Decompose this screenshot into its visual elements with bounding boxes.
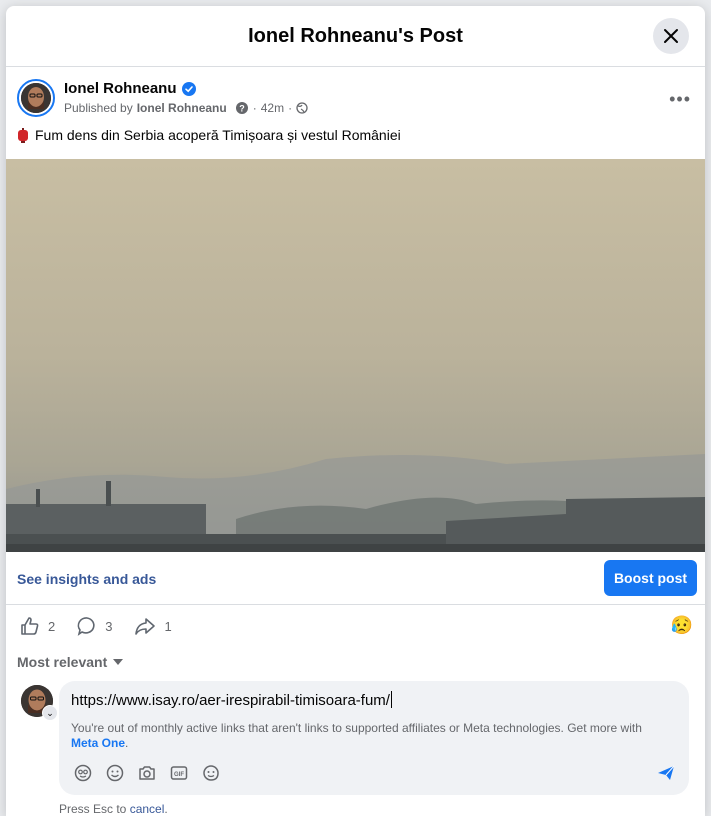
verified-badge-icon [181,81,196,96]
post-text: Fum dens din Serbia acoperă Timișoara și… [6,127,705,159]
published-by[interactable]: Ionel Rohneanu [137,101,227,115]
escape-hint: Press Esc to cancel. [59,802,168,816]
like-action[interactable]: 2 [20,616,55,636]
esc-prefix: Press Esc to [59,802,127,816]
post-photo[interactable] [6,159,705,552]
camera-icon [139,766,155,780]
reaction-stats-row: 2 3 1 😥 [6,605,705,647]
comment-input-box[interactable]: https://www.isay.ro/aer-irespirabil-timi… [59,681,689,795]
emoji-button[interactable] [105,763,125,783]
shares-count: 1 [164,618,172,634]
red-lantern-icon [18,128,28,143]
close-icon [664,29,678,43]
text-caret [390,691,392,708]
send-icon [658,765,675,780]
sad-reaction-icon[interactable]: 😥 [671,615,693,636]
emoji-icon [106,764,124,782]
likes-count: 2 [48,618,56,634]
comment-input[interactable]: https://www.isay.ro/aer-irespirabil-timi… [71,691,392,709]
author-name[interactable]: Ionel Rohneanu [64,80,196,97]
hint-period: . [164,802,168,816]
avatar-sticker-button[interactable] [73,763,93,783]
caret-down-icon [113,659,124,665]
links-limit-text: You're out of monthly active links that … [71,721,642,735]
svg-text:GIF: GIF [174,772,184,778]
smog-cityscape-image [6,159,705,552]
comment-composer: ⌄ https://www.isay.ro/aer-irespirabil-ti… [6,677,705,816]
close-button[interactable] [653,18,689,54]
meta-dot: · [252,101,257,115]
sticker-icon [203,765,219,781]
globe-icon [296,102,308,114]
boost-post-button[interactable]: Boost post [604,560,697,596]
share-action[interactable]: 1 [134,616,172,636]
post-header: Ionel Rohneanu Published by Ionel Rohnea… [6,67,705,127]
meta-dot: · [288,101,293,115]
post-modal: Ionel Rohneanu's Post Ionel Rohneanu Pub… [6,6,705,816]
avatar-sticker-icon [74,764,92,782]
published-prefix: Published by [64,101,133,115]
notice-period: . [125,736,129,750]
more-options-icon[interactable]: ••• [669,89,691,110]
modal-header: Ionel Rohneanu's Post [6,6,705,67]
share-icon [135,618,156,635]
sort-label[interactable]: Most relevant [17,654,107,670]
post-text-content: Fum dens din Serbia acoperă Timișoara și… [35,127,401,143]
modal-title: Ionel Rohneanu's Post [248,24,463,47]
cancel-link[interactable]: cancel [130,802,165,816]
profile-switch-chevron-icon[interactable]: ⌄ [42,705,58,721]
camera-button[interactable] [137,763,157,783]
post-meta: Published by Ionel Rohneanu ? · 42m · [64,101,308,115]
avatar-image [21,83,51,113]
svg-text:?: ? [239,104,245,114]
comment-icon [77,617,95,636]
comment-input-value[interactable]: https://www.isay.ro/aer-irespirabil-timi… [71,692,390,709]
send-button[interactable] [657,765,675,786]
like-icon [21,617,39,635]
comments-count: 3 [105,618,113,634]
gif-button[interactable]: GIF [169,763,189,783]
composer-toolbar: GIF [73,763,221,783]
links-limit-notice: You're out of monthly active links that … [71,721,671,751]
comment-sort[interactable]: Most relevant [6,647,705,677]
meta-one-link[interactable]: Meta One [71,736,125,750]
author-name-text[interactable]: Ionel Rohneanu [64,80,177,97]
see-insights-link[interactable]: See insights and ads [17,571,156,587]
sticker-button[interactable] [201,763,221,783]
comment-action[interactable]: 3 [77,616,112,636]
insights-row: See insights and ads Boost post [6,552,705,605]
gif-icon: GIF [170,766,188,780]
post-time[interactable]: 42m [261,101,284,115]
author-avatar[interactable] [17,79,55,117]
info-icon[interactable]: ? [235,101,249,115]
